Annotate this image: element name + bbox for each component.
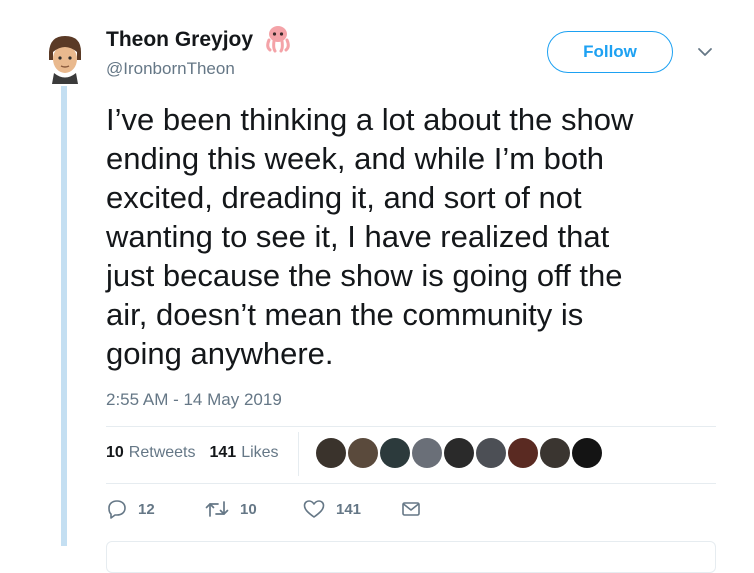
divider [106, 483, 716, 484]
retweet-icon [205, 501, 229, 517]
stats-separator [298, 432, 299, 476]
likes-count: 141 [209, 444, 237, 461]
reply-icon [108, 500, 126, 519]
engagement-stats: 10 Retweets 141 Likes [106, 444, 293, 462]
follow-button[interactable]: Follow [547, 31, 673, 73]
liker-avatar[interactable] [444, 438, 474, 468]
thread-line [61, 86, 67, 546]
reply-count: 12 [138, 500, 155, 518]
liker-avatar[interactable] [380, 438, 410, 468]
tweet-timestamp[interactable]: 2:55 AM - 14 May 2019 [106, 390, 282, 410]
likes-label: Likes [241, 444, 279, 461]
divider [106, 426, 716, 427]
retweets-stat[interactable]: 10 Retweets [106, 444, 196, 462]
liker-avatar[interactable] [540, 438, 570, 468]
retweets-count: 10 [106, 444, 124, 461]
liker-avatar[interactable] [476, 438, 506, 468]
author-display-name[interactable]: Theon Greyjoy [106, 28, 253, 52]
like-button[interactable]: 141 [302, 498, 361, 520]
tweet-text: I’ve been thinking a lot about the show … [106, 102, 634, 371]
liker-avatar[interactable] [508, 438, 538, 468]
liker-avatar[interactable] [316, 438, 346, 468]
liker-avatars [316, 438, 604, 468]
envelope-icon [402, 502, 420, 516]
author-avatar[interactable] [38, 30, 92, 84]
liker-avatar[interactable] [412, 438, 442, 468]
heart-icon [303, 500, 325, 518]
retweet-button[interactable]: 10 [204, 498, 257, 520]
retweets-label: Retweets [128, 444, 196, 461]
like-count: 141 [336, 500, 362, 518]
likes-stat[interactable]: 141 Likes [210, 444, 279, 462]
reply-button[interactable]: 12 [106, 498, 155, 520]
octopus-icon [266, 26, 290, 53]
author-handle[interactable]: @IronbornTheon [106, 59, 235, 79]
chevron-down-icon[interactable] [697, 46, 713, 58]
direct-message-button[interactable] [400, 498, 422, 520]
liker-avatar[interactable] [572, 438, 602, 468]
liker-avatar[interactable] [348, 438, 378, 468]
retweet-count: 10 [240, 500, 257, 518]
